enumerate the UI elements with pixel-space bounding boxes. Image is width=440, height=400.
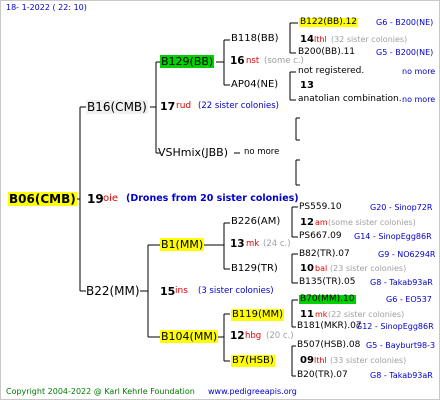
queen-number-b118bb: 14 (300, 34, 314, 45)
queen-note-b7hsb: (33 sister colonies) (330, 356, 407, 365)
connector-b16 (150, 61, 160, 154)
queen-note-b129tr: (23 sister colonies) (330, 264, 407, 273)
ref-ps559: G20 - Sinop72R (370, 203, 433, 212)
queen-label-b122bb: B122(BB).12 (299, 17, 359, 27)
queen-mark-b104mm: hbg (245, 331, 262, 341)
connector-empty-2 (295, 159, 300, 186)
queen-note-b22mm: (3 sister colonies) (198, 286, 274, 296)
connector-b1mm (204, 222, 230, 270)
queen-mark-b1mm: mk (246, 239, 260, 249)
queen-number-b226am: 12 (300, 217, 314, 228)
root-mark: oie (103, 193, 119, 204)
queen-label-ps559: PS559.10 (299, 202, 342, 212)
connector-b118 (289, 22, 298, 54)
queen-number-b16cmb: 17 (160, 100, 176, 113)
connector-ap04 (289, 71, 296, 101)
queen-label-b200bb: B200(BB).11 (298, 47, 356, 57)
queen-mark-b119mm: mk (315, 310, 328, 319)
queen-label-b507hsb: B507(HSB).08 (297, 340, 361, 350)
ref-ps667: G14 - SinopEgg86R (354, 232, 432, 241)
queen-mark-b7hsb: lthl (314, 356, 327, 365)
queen-label-b135tr: B135(TR).05 (299, 277, 356, 287)
queen-mark-b129bb: nst (246, 56, 260, 66)
pedigree-canvas: 18- 1-2022 ( 22: 10) B06(CMB) 19 oie (Dr… (0, 0, 440, 400)
root-note: (Drones from 20 sister colonies) (126, 193, 299, 204)
ref-b181mkr: G12 - SinopEgg86R (356, 322, 434, 331)
connector-b129tr (291, 253, 298, 284)
queen-label-not-registered: not registered. (298, 66, 365, 76)
queen-label-b7hsb: B7(HSB) (231, 355, 275, 367)
queen-mark-b22mm: ins (175, 286, 188, 296)
queen-number-b129tr: 10 (300, 263, 314, 274)
connector-empty-1 (295, 117, 300, 141)
queen-note-b104mm: (20 c.) (266, 331, 294, 341)
queen-label-b82tr: B82(TR).07 (299, 249, 350, 259)
queen-note-b226am: (some sister colonies) (328, 218, 416, 227)
ref-not-registered: no more (402, 67, 436, 76)
ref-b122bb: G6 - B200(NE) (376, 18, 434, 27)
ref-b135tr: G8 - Takab93aR (370, 278, 433, 287)
queen-label-b1mm: B1(MM) (160, 238, 205, 251)
queen-label-b119mm: B119(MM) (231, 309, 285, 321)
connector-b129bb (216, 39, 230, 86)
ref-anatolian: no more (402, 95, 436, 104)
queen-number-b1mm: 13 (230, 238, 245, 250)
footer-site-link[interactable]: www.pedigreeapis.org (208, 388, 297, 396)
root-number: 19 (87, 192, 104, 206)
queen-number-b7hsb: 09 (300, 355, 314, 366)
queen-label-b118bb: B118(BB) (231, 33, 279, 44)
queen-note-b129bb: (some c.) (264, 56, 304, 66)
ref-b507hsb: G5 - Bayburt98-3 (366, 341, 436, 350)
queen-number-b129bb: 16 (230, 55, 245, 67)
queen-label-ps667: PS667.09 (299, 231, 342, 241)
ref-b82tr: G9 - NO6294R (378, 250, 436, 259)
queen-label-b104mm: B104(MM) (160, 330, 219, 343)
queen-note-vshmix: no more (244, 147, 280, 157)
queen-number-b119mm: 11 (300, 309, 314, 320)
queen-number-b104mm: 12 (230, 330, 245, 342)
report-date: 18- 1-2022 ( 22: 10) (6, 3, 87, 12)
queen-note-b1mm: (24 c.) (263, 239, 291, 249)
queen-number-ap04ne: 13 (300, 80, 314, 91)
ref-b20tr: G8 - Takab93aR (370, 371, 433, 380)
queen-note-b118bb: (32 sister colonies) (331, 35, 408, 44)
queen-mark-b16cmb: rud (176, 101, 192, 111)
connector-b22 (140, 244, 160, 338)
queen-label-ap04ne: AP04(NE) (231, 79, 279, 90)
ref-b200bb: G5 - B200(NE) (376, 48, 434, 57)
footer-copyright: Copyright 2004-2022 @ Karl Kehrle Founda… (6, 387, 195, 396)
queen-label-b70mm: B70(MM).10 (299, 294, 356, 304)
queen-label-b181mkr: B181(MKR).07 (297, 321, 362, 331)
queen-label-b129bb: B129(BB) (160, 55, 215, 68)
queen-note-b16cmb: (22 sister colonies) (198, 101, 279, 111)
queen-label-vshmix: VSHmix(JBB) (158, 146, 228, 159)
queen-mark-b226am: am (315, 218, 328, 227)
queen-mark-b118bb: lthl (314, 35, 327, 44)
queen-label-b16cmb: B16(CMB) (86, 100, 148, 114)
queen-label-b20tr: B20(TR).07 (297, 370, 348, 380)
queen-label-b22mm: B22(MM) (86, 284, 140, 298)
connector-b226 (291, 206, 298, 238)
queen-label-anatolian: anatolian combination. (298, 94, 402, 104)
queen-mark-b129tr: bal (315, 264, 328, 273)
ref-b70mm: G6 - EO537 (386, 295, 432, 304)
queen-number-b22mm: 15 (160, 285, 176, 298)
queen-label-b226am: B226(AM) (231, 216, 281, 227)
queen-label-b129tr: B129(TR) (231, 263, 278, 274)
root-queen-label: B06(CMB) (8, 192, 77, 206)
queen-note-b119mm: (22 sister colonies) (328, 310, 405, 319)
connector-b7 (291, 345, 296, 377)
